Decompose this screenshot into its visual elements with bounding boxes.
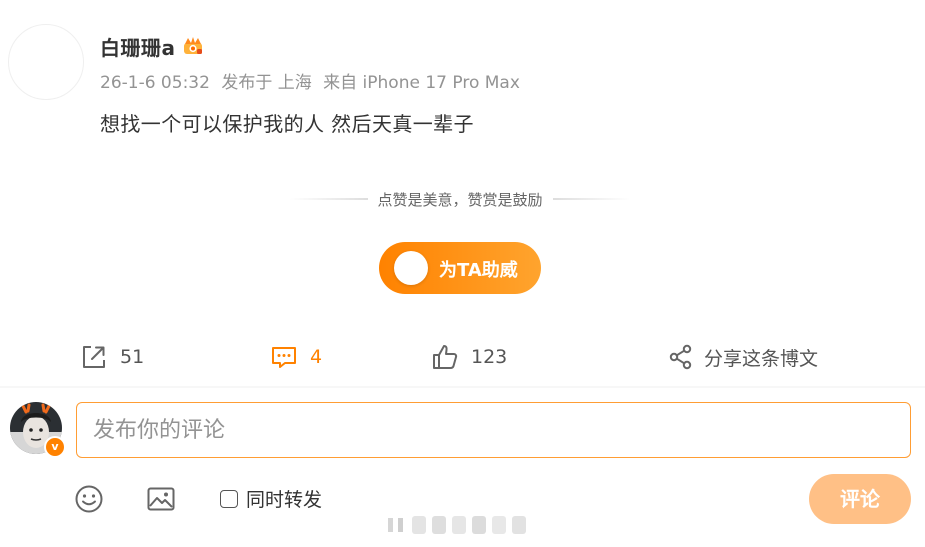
repost-checkbox-label: 同时转发 [246,489,323,511]
post-location: 发布于 上海 [221,73,312,93]
author-avatar[interactable] [8,24,84,100]
section-divider [0,386,925,388]
cheer-button[interactable]: 为TA助威 [379,242,541,294]
post-timestamp[interactable]: 26-1-6 05:32 [100,73,210,93]
checkbox-box[interactable] [220,489,238,508]
cheer-button-label: 为TA助威 [439,260,518,281]
post-body-text: 想找一个可以保护我的人 然后天真一辈子 [100,112,474,136]
thumbs-up-icon [433,345,458,369]
author-name[interactable]: 白珊珊a [100,32,176,61]
image-upload-icon[interactable] [146,484,176,514]
post-meta: 26-1-6 05:32 发布于 上海 来自 iPhone 17 Pro Max [100,68,526,93]
reward-hint: 点赞是美意，赞赏是鼓励 [290,188,631,210]
share-icon [669,344,692,370]
emoji-icon[interactable] [74,484,104,514]
repost-button[interactable]: 51 [80,342,144,372]
comment-icon [272,347,296,368]
comment-input[interactable] [76,402,911,458]
repost-count: 51 [120,346,145,368]
comment-count: 4 [310,346,323,368]
action-bar: 51 4 123 分享这条博文 [0,330,925,386]
repost-icon [83,346,105,368]
divider-line-right [552,198,631,200]
post-source: 来自 iPhone 17 Pro Max [323,73,520,93]
share-label: 分享这条博文 [704,347,819,370]
cheer-knob-icon [394,251,428,285]
reward-hint-text: 点赞是美意，赞赏是鼓励 [377,190,543,209]
verified-badge: v [44,436,66,458]
share-button[interactable]: 分享这条博文 [668,342,818,372]
submit-comment-button[interactable]: 评论 [809,474,911,524]
repost-checkbox[interactable]: 同时转发 [220,485,322,512]
like-button[interactable]: 123 [431,342,507,372]
crown-badge-icon[interactable] [182,35,204,57]
like-count: 123 [471,346,508,368]
loading-indicator [386,514,538,536]
author-row: 白珊珊a [100,32,204,60]
divider-line-left [290,198,368,200]
comment-button[interactable]: 4 [270,342,322,372]
